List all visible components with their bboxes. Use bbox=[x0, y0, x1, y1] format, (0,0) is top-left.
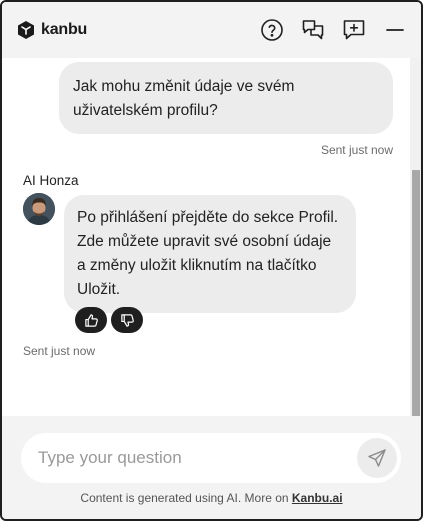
user-message-bubble: Jak mohu změnit údaje ve svém uživatelsk… bbox=[59, 62, 393, 134]
disclaimer-text: Content is generated using AI. More on bbox=[80, 491, 292, 505]
conversations-icon bbox=[302, 20, 324, 40]
chat-header: kanbu bbox=[2, 2, 421, 58]
scrollbar-thumb[interactable] bbox=[412, 170, 420, 416]
chat-widget: kanbu Jak mohu změnit údaje ve svém uživ… bbox=[0, 0, 423, 521]
message-list[interactable]: Jak mohu změnit údaje ve svém uživatelsk… bbox=[2, 58, 410, 416]
brand-logo: kanbu bbox=[16, 20, 87, 40]
header-actions bbox=[260, 18, 407, 42]
composer bbox=[21, 433, 401, 483]
bot-message-bubble: Po přihlášení přejděte do sekce Profil. … bbox=[64, 195, 356, 313]
help-button[interactable] bbox=[260, 18, 284, 42]
user-message-status: Sent just now bbox=[320, 143, 393, 157]
ai-disclaimer: Content is generated using AI. More on K… bbox=[2, 491, 421, 505]
avatar-image bbox=[23, 193, 55, 225]
bot-message-status: Sent just now bbox=[23, 344, 96, 358]
thumbs-down-button[interactable] bbox=[111, 307, 143, 333]
conversations-button[interactable] bbox=[301, 18, 325, 42]
new-chat-button[interactable] bbox=[342, 18, 366, 42]
minimize-icon bbox=[386, 29, 404, 31]
brand-name: kanbu bbox=[41, 21, 88, 38]
bot-avatar bbox=[23, 193, 55, 225]
kanbu-logo-icon bbox=[18, 21, 34, 39]
kanbu-link[interactable]: Kanbu.ai bbox=[292, 491, 343, 505]
thumbs-up-icon bbox=[84, 313, 98, 327]
help-icon bbox=[261, 19, 283, 41]
send-button[interactable] bbox=[357, 438, 397, 478]
bot-name: AI Honza bbox=[23, 173, 79, 188]
new-chat-icon bbox=[343, 20, 365, 40]
thumbs-up-button[interactable] bbox=[75, 307, 107, 333]
chat-footer: Content is generated using AI. More on K… bbox=[2, 416, 421, 519]
thumbs-down-icon bbox=[120, 313, 134, 327]
feedback-buttons bbox=[75, 307, 143, 333]
question-input[interactable] bbox=[38, 448, 357, 468]
send-icon bbox=[368, 449, 386, 467]
message-scrollbar[interactable] bbox=[410, 58, 421, 416]
minimize-button[interactable] bbox=[383, 18, 407, 42]
